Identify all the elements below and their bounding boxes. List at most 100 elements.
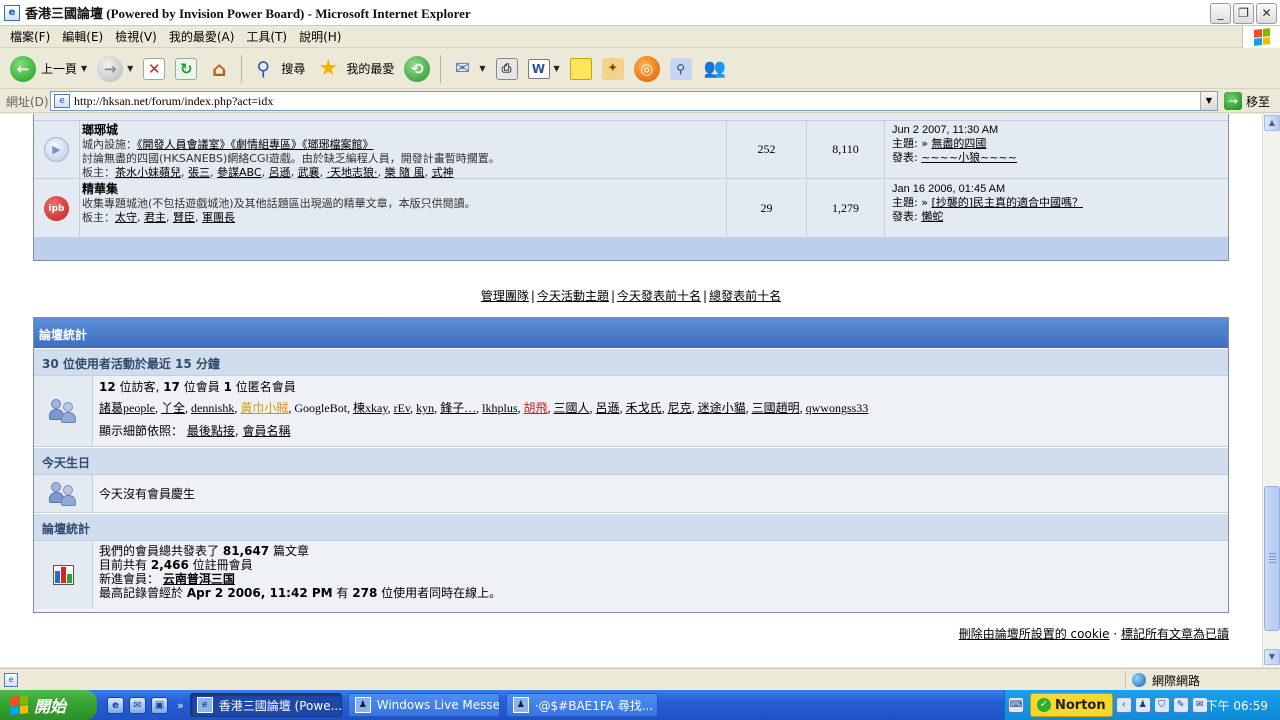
online-user-link[interactable]: 楝xkay [353,401,388,415]
quicklaunch-more-icon[interactable]: » [177,699,184,712]
mail-dropdown-icon[interactable]: ▼ [479,64,485,73]
task-chat-window[interactable]: ♟ ·@$#BAE1FA 尋找... [505,693,658,717]
favorites-button[interactable]: ★ 我的最愛 [311,52,398,86]
team-link[interactable]: 管理團隊 [481,289,529,303]
menu-help[interactable]: 說明(H) [293,28,347,45]
moderator-link[interactable]: 式神 [432,166,454,179]
minimize-button[interactable]: _ [1210,3,1231,24]
norton-tray-button[interactable]: ✓ Norton [1030,693,1113,717]
start-button[interactable]: 開始 [0,690,97,720]
moderator-link[interactable]: 張三 [188,166,210,179]
moderator-link[interactable]: 賢臣 [173,211,195,224]
maximize-button[interactable]: ❐ [1233,3,1254,24]
online-user-link[interactable]: lkhplus [482,401,517,415]
moderator-link[interactable]: 呂遜 [269,166,291,179]
forum-name[interactable]: 瑯琊城 [82,123,118,137]
online-user-link[interactable]: 三國趙明 [752,401,800,415]
scroll-up-icon[interactable]: ▲ [1264,115,1280,131]
online-user-link[interactable]: GoogleBot [294,401,347,415]
last-topic-link[interactable]: 無盡的四國 [931,137,986,150]
moderator-link[interactable]: 君主 [144,211,166,224]
moderator-link[interactable]: 軍團長 [202,211,235,224]
research-button[interactable]: ✦ [598,52,628,86]
print-button[interactable]: ⎙ [492,52,522,86]
menu-edit[interactable]: 編輯(E) [56,28,109,45]
scroll-thumb[interactable] [1264,486,1280,631]
desktop-quicklaunch-icon[interactable]: ▣ [151,696,168,714]
moderator-link[interactable]: 茶水小妹蘋兒 [115,166,181,179]
address-input[interactable]: e http://hksan.net/forum/index.php?act=i… [50,91,1218,111]
edit-button[interactable]: W ▼ [524,52,564,86]
notes-button[interactable] [566,52,596,86]
task-ie-window[interactable]: e 香港三國論壇 (Powe... [189,693,342,717]
moderator-link[interactable]: 武襄 [298,166,320,179]
online-user-link[interactable]: 丫全 [161,401,185,415]
menu-file[interactable]: 檔案(F) [4,28,56,45]
online-user-link[interactable]: 黃巾小賊 [240,401,288,415]
ie-quicklaunch-icon[interactable]: e [107,696,124,714]
online-user-link[interactable]: 胡飛 [524,401,548,415]
tools-tray-icon[interactable]: ✎ [1172,697,1189,713]
online-user-link[interactable]: 諸葛people [99,401,155,415]
go-button[interactable]: → 移至 [1224,92,1270,110]
sort-by-name-link[interactable]: 會員名稱 [243,424,291,438]
menu-view[interactable]: 檢視(V) [109,28,163,45]
address-dropdown-icon[interactable]: ▼ [1200,92,1217,110]
delete-cookies-link[interactable]: 刪除由論壇所設置的 cookie [959,627,1110,641]
last-topic-link[interactable]: [抄襲的]民主真的適合中國嗎？ [931,196,1083,209]
ie-page-icon: e [4,4,20,21]
online-user-link[interactable]: 鋒子… [440,401,476,415]
overall-top10-link[interactable]: 總發表前十名 [709,289,781,303]
address-url[interactable]: http://hksan.net/forum/index.php?act=idx [74,94,273,109]
online-user-link[interactable]: qwwongss33 [806,401,869,415]
forward-dropdown-icon[interactable]: ▼ [127,64,133,73]
back-button[interactable]: ← 上一頁 ▼ [6,52,91,86]
mail-button[interactable]: ✉ ▼ [445,52,489,86]
vertical-scrollbar[interactable]: ▲ ▼ [1262,114,1280,667]
todays-top10-link[interactable]: 今天發表前十名 [617,289,701,303]
sub-forum-link[interactable]: 《劇情組專區》 [231,138,303,151]
sort-by-last-click-link[interactable]: 最後點接 [187,424,235,438]
messenger-button[interactable]: 👥 [698,52,732,86]
last-poster-link[interactable]: 懶蛇 [921,210,943,223]
todays-topics-link[interactable]: 今天活動主題 [537,289,609,303]
online-user-link[interactable]: kyn [416,401,434,415]
search-button[interactable]: ⚲ 搜尋 [246,52,309,86]
sub-forum-link[interactable]: 《開發人員會議室》 [137,138,231,151]
moderator-link[interactable]: 參謀ABC [217,166,262,179]
online-user-link[interactable]: 尼克 [668,401,692,415]
mark-all-read-link[interactable]: 標記所有文章為已讀 [1121,627,1229,641]
online-user-link[interactable]: dennishk [191,401,234,415]
keyboard-tray-icon[interactable]: ⌨ [1008,697,1024,713]
menu-favorites[interactable]: 我的最愛(A) [163,28,241,45]
sub-forum-link[interactable]: 《瑯琊檔案館》 [302,138,374,151]
refresh-button[interactable]: ↻ [171,52,201,86]
forum-name[interactable]: 精華集 [82,182,118,196]
home-button[interactable]: ⌂ [203,52,235,86]
last-poster-link[interactable]: ~~~~小狼~~~~ [921,151,1017,164]
forward-button[interactable]: → ▼ [93,52,137,86]
moderator-link[interactable]: 樂 隨 風 [385,166,425,179]
scroll-down-icon[interactable]: ▼ [1264,649,1280,665]
online-user-link[interactable]: rEv [394,401,411,415]
newest-member-link[interactable]: 云南普洱三国 [163,572,235,586]
online-user-link[interactable]: 迷途小貓 [698,401,746,415]
back-dropdown-icon[interactable]: ▼ [81,64,87,73]
task-messenger-window[interactable]: ♟ Windows Live Messen... [347,693,500,717]
moderator-link[interactable]: 太守 [115,211,137,224]
history-button[interactable]: ⟲ [400,52,434,86]
stop-button[interactable]: ✕ [139,52,169,86]
edit-dropdown-icon[interactable]: ▼ [554,64,560,73]
close-button[interactable]: ✕ [1256,3,1277,24]
extension-button[interactable]: ◎ [630,52,664,86]
moderator-link[interactable]: ‧天地志狼‧ [327,166,378,179]
security-shield-icon[interactable]: ⛉ [1153,697,1170,713]
online-user-link[interactable]: 呂遜 [596,401,620,415]
research-pane-button[interactable]: ⚲ [666,52,696,86]
online-user-link[interactable]: 禾戈氏 [626,401,662,415]
outlook-quicklaunch-icon[interactable]: ✉ [129,696,146,714]
menu-tools[interactable]: 工具(T) [240,28,293,45]
online-user-link[interactable]: 三國人 [554,401,590,415]
messenger-tray-icon[interactable]: ♟ [1134,697,1151,713]
tray-arrow-icon[interactable]: ‹ [1115,697,1132,713]
